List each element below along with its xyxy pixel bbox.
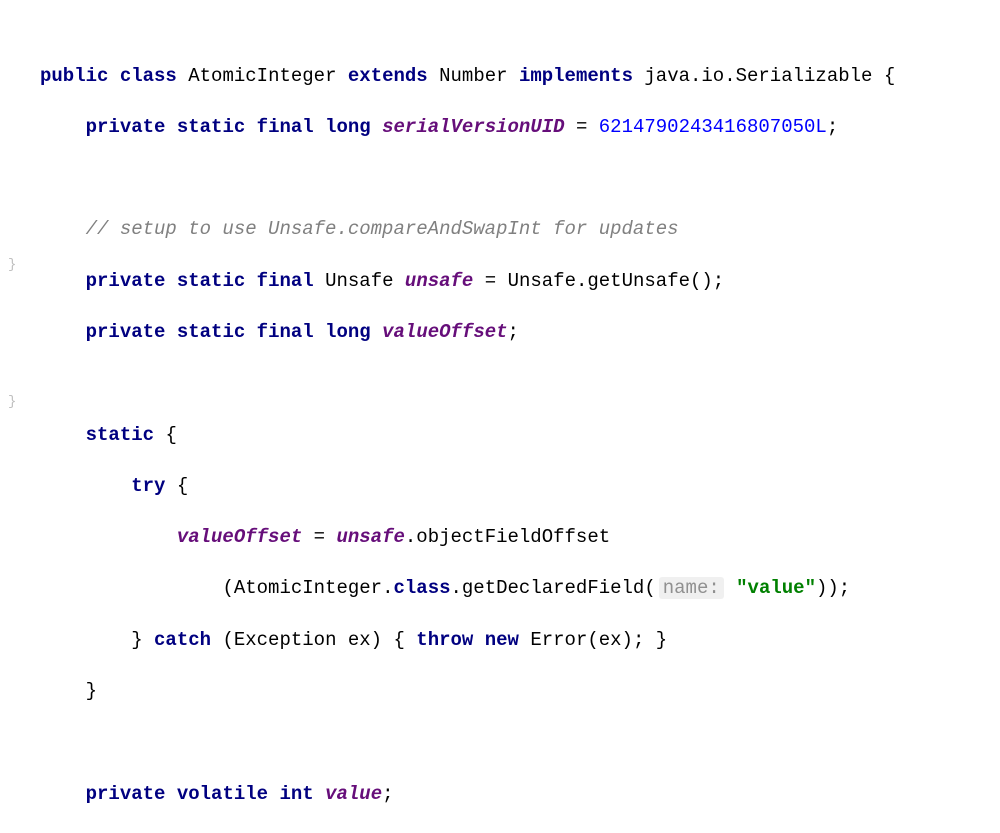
semi: ; (713, 270, 724, 292)
kw: static (177, 321, 245, 343)
field: valueOffset (177, 526, 302, 548)
kw: class (120, 65, 177, 87)
brace: { (177, 475, 188, 497)
kw: static (177, 116, 245, 138)
code-line[interactable]: } catch (Exception ex) { throw new Error… (40, 628, 1000, 654)
number: 6214790243416807050L (599, 116, 827, 138)
field-ref: unsafe (336, 526, 404, 548)
fold-mark: } (8, 256, 16, 275)
op: = (302, 526, 336, 548)
string: "value" (736, 577, 816, 599)
type: java.io.Serializable (644, 65, 872, 87)
op: = (473, 270, 507, 292)
code-editor[interactable]: public class AtomicInteger extends Numbe… (0, 38, 1000, 833)
field: value (325, 783, 382, 805)
code-line[interactable]: (AtomicInteger.class.getDeclaredField(na… (40, 576, 1000, 602)
kw: implements (519, 65, 633, 87)
expr: AtomicInteger. (234, 577, 394, 599)
close: )); (816, 577, 850, 599)
field: serialVersionUID (382, 116, 564, 138)
brace: } (86, 680, 97, 702)
code-line[interactable]: } (40, 679, 1000, 705)
code-line[interactable]: public class AtomicInteger extends Numbe… (40, 64, 1000, 90)
code-line[interactable]: private static final long valueOffset; (40, 320, 1000, 346)
code-line[interactable] (40, 166, 1000, 192)
kw: final (257, 321, 314, 343)
field: unsafe (405, 270, 473, 292)
comment: // setup to use Unsafe.compareAndSwapInt… (86, 218, 679, 240)
method: .objectFieldOffset (405, 526, 610, 548)
expr: Error(ex); } (530, 629, 667, 651)
kw: final (257, 116, 314, 138)
catch-params: (Exception ex) { (222, 629, 416, 651)
code-line[interactable]: static { (40, 423, 1000, 449)
param-hint: name: (659, 577, 724, 599)
brace: { (884, 65, 895, 87)
expr: Unsafe.getUnsafe() (508, 270, 713, 292)
class-name: AtomicInteger (188, 65, 336, 87)
kw: final (257, 270, 314, 292)
kw: volatile (177, 783, 268, 805)
semi: ; (508, 321, 519, 343)
kw: long (325, 321, 371, 343)
kw: private (86, 783, 166, 805)
code-line[interactable]: private static final Unsafe unsafe = Uns… (40, 269, 1000, 295)
code-line[interactable] (40, 730, 1000, 756)
kw: throw (416, 629, 473, 651)
semi: ; (827, 116, 838, 138)
code-line[interactable]: try { (40, 474, 1000, 500)
type: Unsafe (325, 270, 393, 292)
code-line[interactable]: valueOffset = unsafe.objectFieldOffset (40, 525, 1000, 551)
op: = (565, 116, 599, 138)
brace: { (165, 424, 176, 446)
code-line[interactable]: private volatile int value; (40, 782, 1000, 808)
kw: int (279, 783, 313, 805)
kw: catch (154, 629, 211, 651)
method: .getDeclaredField( (451, 577, 656, 599)
kw: class (393, 577, 450, 599)
kw: static (86, 424, 154, 446)
paren: ( (222, 577, 233, 599)
kw: try (131, 475, 165, 497)
type: Number (439, 65, 507, 87)
kw: public (40, 65, 108, 87)
code-line[interactable]: // setup to use Unsafe.compareAndSwapInt… (40, 217, 1000, 243)
code-line[interactable]: private static final long serialVersionU… (40, 115, 1000, 141)
fold-mark: } (8, 393, 16, 412)
code-line[interactable] (40, 371, 1000, 397)
kw: private (86, 116, 166, 138)
field: valueOffset (382, 321, 507, 343)
kw: static (177, 270, 245, 292)
kw: private (86, 321, 166, 343)
semi: ; (382, 783, 393, 805)
kw: extends (348, 65, 428, 87)
kw: new (485, 629, 519, 651)
kw: long (325, 116, 371, 138)
kw: private (86, 270, 166, 292)
brace: } (131, 629, 142, 651)
